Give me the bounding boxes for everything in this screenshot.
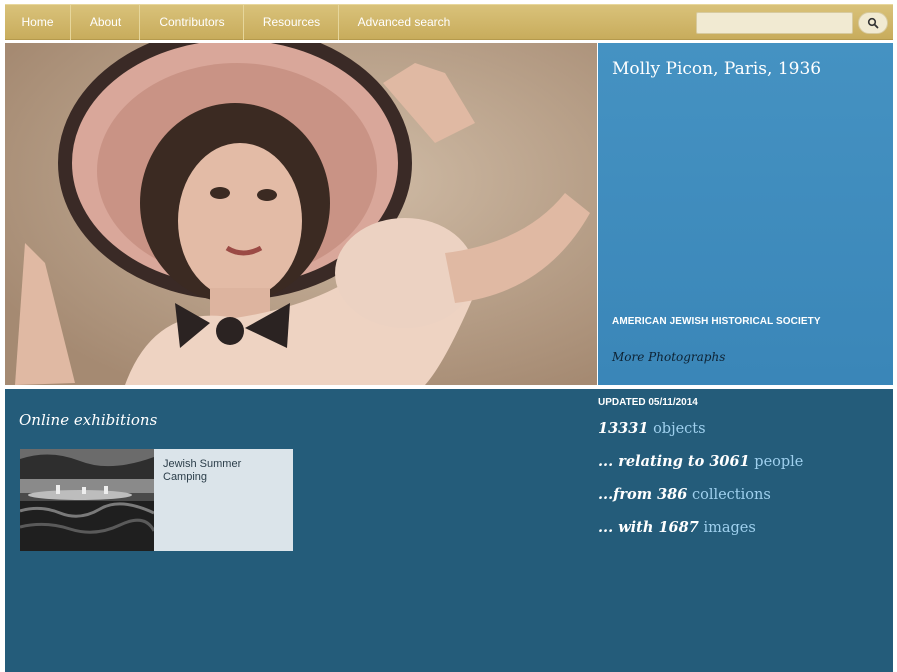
stat-images: ... with 1687 images xyxy=(598,515,888,540)
exhibition-thumbnail[interactable] xyxy=(20,449,154,551)
exhibition-card[interactable]: Jewish Summer Camping xyxy=(20,449,293,551)
stat-objects: 13331 objects xyxy=(598,416,888,441)
online-exhibitions-heading: Online exhibitions xyxy=(19,411,158,429)
top-navbar: Home About Contributors Resources Advanc… xyxy=(5,4,893,40)
exhibition-title-link[interactable]: Jewish Summer Camping xyxy=(163,458,281,484)
nav-home-link[interactable]: Home xyxy=(5,5,71,40)
featured-caption-panel: Molly Picon, Paris, 1936 AMERICAN JEWISH… xyxy=(598,43,893,385)
collections-link[interactable]: collections xyxy=(692,487,771,503)
featured-title[interactable]: Molly Picon, Paris, 1936 xyxy=(612,59,821,79)
updated-date: UPDATED 05/11/2014 xyxy=(598,397,698,408)
featured-photo-image xyxy=(5,43,597,385)
nav-resources-link[interactable]: Resources xyxy=(245,5,339,40)
objects-link[interactable]: objects xyxy=(653,421,705,437)
stat-collections: ...from 386 collections xyxy=(598,482,888,507)
images-link[interactable]: images xyxy=(703,520,755,536)
nav-about-link[interactable]: About xyxy=(72,5,140,40)
nav-advanced-search-link[interactable]: Advanced search xyxy=(340,5,468,40)
search-icon xyxy=(867,17,879,29)
stat-collections-count: ...from 386 xyxy=(598,486,688,503)
collection-stats: UPDATED 05/11/2014 13331 objects ... rel… xyxy=(598,397,888,540)
featured-photo[interactable] xyxy=(5,43,597,385)
nav-contributors-link[interactable]: Contributors xyxy=(141,5,244,40)
search-button[interactable] xyxy=(858,12,888,34)
featured-credit: AMERICAN JEWISH HISTORICAL SOCIETY xyxy=(612,316,821,327)
more-photographs-link[interactable]: More Photographs xyxy=(612,350,725,364)
stat-images-count: ... with 1687 xyxy=(598,519,699,536)
stat-people-count: ... relating to 3061 xyxy=(598,453,750,470)
exhibition-thumbnail-image xyxy=(20,449,154,551)
search-input[interactable] xyxy=(696,12,853,34)
lower-section: Online exhibitions Jewish Summer Camping… xyxy=(5,389,893,672)
stat-objects-count: 13331 xyxy=(598,420,649,437)
stat-people: ... relating to 3061 people xyxy=(598,449,888,474)
people-link[interactable]: people xyxy=(754,454,803,470)
